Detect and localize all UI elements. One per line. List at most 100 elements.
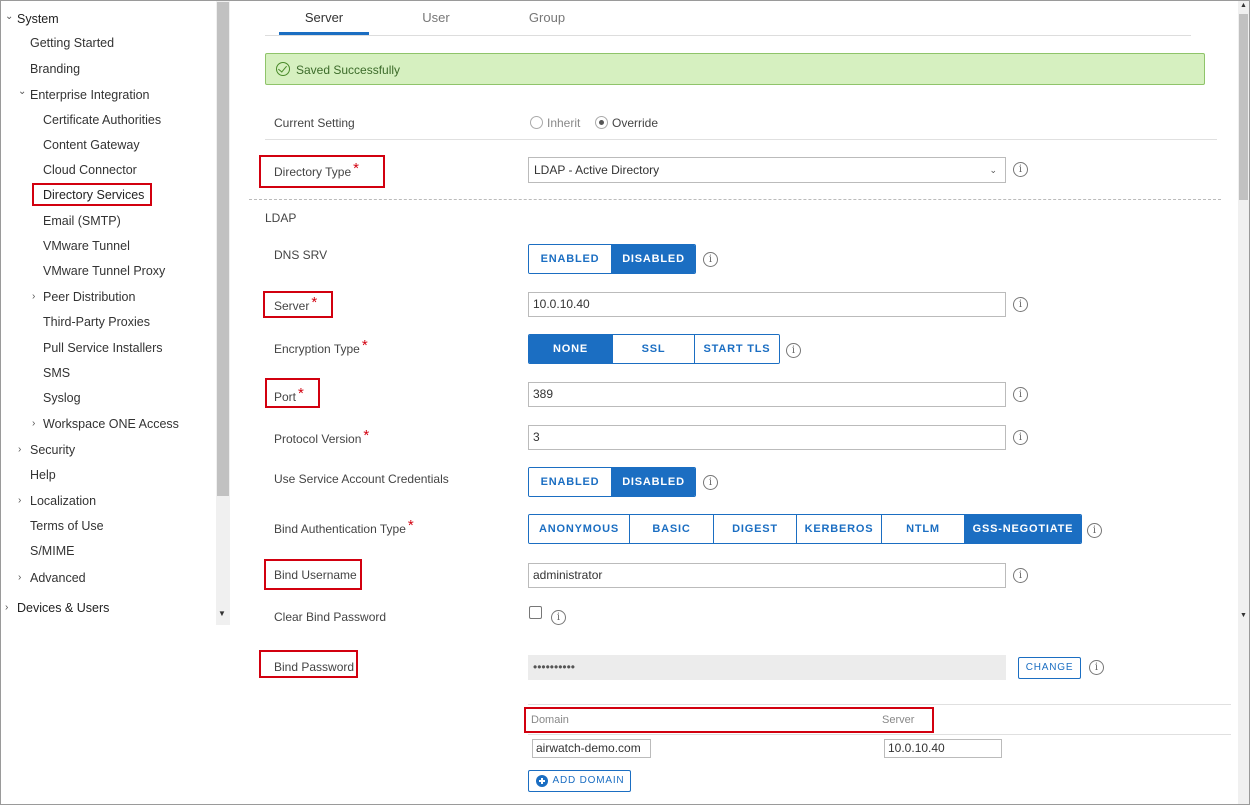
bind-auth-digest-button[interactable]: DIGEST — [714, 515, 797, 543]
table-header-border — [528, 734, 1231, 735]
chevron-right-icon[interactable]: › — [18, 495, 21, 506]
scroll-down-arrow-icon[interactable]: ▼ — [1240, 612, 1247, 619]
port-input[interactable]: 389 — [528, 382, 1006, 407]
sidebar-item-content-gateway[interactable]: Content Gateway — [43, 135, 140, 155]
sidebar-item-sms[interactable]: SMS — [43, 363, 70, 383]
sidebar-item-branding[interactable]: Branding — [30, 59, 80, 79]
sidebar-item-security[interactable]: Security — [30, 440, 75, 460]
service-account-disabled-button[interactable]: DISABLED — [612, 468, 695, 496]
active-tab-indicator — [279, 32, 369, 35]
port-label: Port * — [274, 385, 304, 404]
sidebar-item-smime[interactable]: S/MIME — [30, 541, 74, 561]
scroll-down-arrow-icon[interactable]: ▼ — [218, 609, 226, 618]
bind-username-label: Bind Username — [274, 568, 357, 582]
table-top-border — [528, 704, 1231, 705]
success-alert: Saved Successfully — [265, 53, 1205, 85]
sidebar-scrollbar-thumb[interactable] — [217, 2, 229, 496]
bind-auth-gss-negotiate-button[interactable]: GSS-NEGOTIATE — [965, 515, 1081, 543]
chevron-down-icon[interactable]: ⌄ — [5, 11, 13, 22]
change-password-button[interactable]: CHANGE — [1018, 657, 1081, 679]
main-scrollbar-thumb[interactable] — [1239, 14, 1248, 200]
info-icon[interactable]: i — [1013, 162, 1028, 177]
service-account-toggle[interactable]: ENABLED DISABLED — [528, 467, 696, 497]
bind-auth-ntlm-button[interactable]: NTLM — [882, 515, 965, 543]
override-radio-label[interactable]: Override — [612, 116, 658, 130]
chevron-right-icon[interactable]: › — [5, 602, 8, 613]
bind-auth-type-toggle[interactable]: ANONYMOUS BASIC DIGEST KERBEROS NTLM GSS… — [528, 514, 1082, 544]
add-domain-button[interactable]: ADD DOMAIN — [528, 770, 631, 792]
chevron-right-icon[interactable]: › — [18, 572, 21, 583]
tab-group[interactable]: Group — [517, 10, 577, 34]
encryption-start-tls-button[interactable]: START TLS — [695, 335, 779, 363]
sidebar-item-directory-services[interactable]: Directory Services — [43, 185, 144, 205]
inherit-radio-label[interactable]: Inherit — [547, 116, 580, 130]
sidebar-item-help[interactable]: Help — [30, 465, 56, 485]
inherit-radio[interactable] — [530, 116, 543, 129]
sidebar-item-email-smtp[interactable]: Email (SMTP) — [43, 211, 121, 231]
dns-srv-disabled-button[interactable]: DISABLED — [612, 245, 695, 273]
sidebar-item-pull-service-installers[interactable]: Pull Service Installers — [43, 338, 163, 358]
sidebar-item-workspace-one-access[interactable]: Workspace ONE Access — [43, 414, 179, 434]
sidebar-item-localization[interactable]: Localization — [30, 491, 96, 511]
dns-srv-toggle[interactable]: ENABLED DISABLED — [528, 244, 696, 274]
check-circle-icon — [276, 62, 290, 76]
sidebar-item-peer-distribution[interactable]: Peer Distribution — [43, 287, 135, 307]
sidebar-item-vmware-tunnel[interactable]: VMware Tunnel — [43, 236, 130, 256]
server-input[interactable]: 10.0.10.40 — [528, 292, 1006, 317]
chevron-right-icon[interactable]: › — [32, 418, 35, 429]
tab-server[interactable]: Server — [279, 10, 369, 34]
sidebar-item-system[interactable]: System — [17, 9, 59, 29]
info-icon[interactable]: i — [1089, 660, 1104, 675]
bind-auth-anonymous-button[interactable]: ANONYMOUS — [529, 515, 630, 543]
info-icon[interactable]: i — [1013, 430, 1028, 445]
sidebar-item-cloud-connector[interactable]: Cloud Connector — [43, 160, 137, 180]
chevron-right-icon[interactable]: › — [18, 444, 21, 455]
service-account-label: Use Service Account Credentials — [274, 472, 449, 486]
bind-username-input[interactable]: administrator — [528, 563, 1006, 588]
domain-input[interactable]: airwatch-demo.com — [532, 739, 651, 758]
info-icon[interactable]: i — [1013, 297, 1028, 312]
chevron-down-icon[interactable]: ⌄ — [18, 86, 26, 97]
info-icon[interactable]: i — [786, 343, 801, 358]
encryption-type-toggle[interactable]: NONE SSL START TLS — [528, 334, 780, 364]
bind-password-input: •••••••••• — [528, 655, 1006, 680]
info-icon[interactable]: i — [551, 610, 566, 625]
clear-bind-password-checkbox[interactable] — [529, 606, 542, 619]
column-header-server: Server — [882, 714, 915, 726]
dns-srv-enabled-button[interactable]: ENABLED — [529, 245, 612, 273]
info-icon[interactable]: i — [703, 475, 718, 490]
bind-auth-kerberos-button[interactable]: KERBEROS — [797, 515, 882, 543]
bind-auth-basic-button[interactable]: BASIC — [630, 515, 714, 543]
directory-type-label: Directory Type * — [274, 160, 359, 179]
divider — [265, 139, 1217, 140]
encryption-ssl-button[interactable]: SSL — [613, 335, 695, 363]
info-icon[interactable]: i — [1013, 387, 1028, 402]
protocol-version-input[interactable]: 3 — [528, 425, 1006, 450]
directory-type-select[interactable]: LDAP - Active Directory ⌄ — [528, 157, 1006, 183]
scroll-up-arrow-icon[interactable]: ▲ — [1240, 2, 1247, 9]
sidebar-item-terms-of-use[interactable]: Terms of Use — [30, 516, 104, 536]
sidebar-item-certificate-authorities[interactable]: Certificate Authorities — [43, 110, 161, 130]
bind-password-label: Bind Password — [274, 660, 355, 674]
service-account-enabled-button[interactable]: ENABLED — [529, 468, 612, 496]
sidebar: ⌄ System Getting Started Branding ⌄ Ente… — [1, 1, 230, 625]
info-icon[interactable]: i — [1013, 568, 1028, 583]
domain-server-input[interactable]: 10.0.10.40 — [884, 739, 1002, 758]
encryption-none-button[interactable]: NONE — [529, 335, 613, 363]
override-radio[interactable] — [595, 116, 608, 129]
sidebar-item-third-party-proxies[interactable]: Third-Party Proxies — [43, 312, 150, 332]
protocol-version-label: Protocol Version * — [274, 427, 370, 446]
chevron-right-icon[interactable]: › — [32, 291, 35, 302]
sidebar-item-syslog[interactable]: Syslog — [43, 388, 81, 408]
info-icon[interactable]: i — [1087, 523, 1102, 538]
chevron-down-icon: ⌄ — [989, 165, 997, 175]
sidebar-item-advanced[interactable]: Advanced — [30, 568, 86, 588]
sidebar-item-devices-users[interactable]: Devices & Users — [17, 598, 109, 618]
tab-user[interactable]: User — [406, 10, 466, 34]
info-icon[interactable]: i — [703, 252, 718, 267]
sidebar-item-vmware-tunnel-proxy[interactable]: VMware Tunnel Proxy — [43, 261, 165, 281]
sidebar-item-enterprise-integration[interactable]: Enterprise Integration — [30, 85, 150, 105]
encryption-type-label: Encryption Type * — [274, 337, 368, 356]
tabs-divider — [265, 35, 1191, 36]
sidebar-item-getting-started[interactable]: Getting Started — [30, 33, 114, 53]
